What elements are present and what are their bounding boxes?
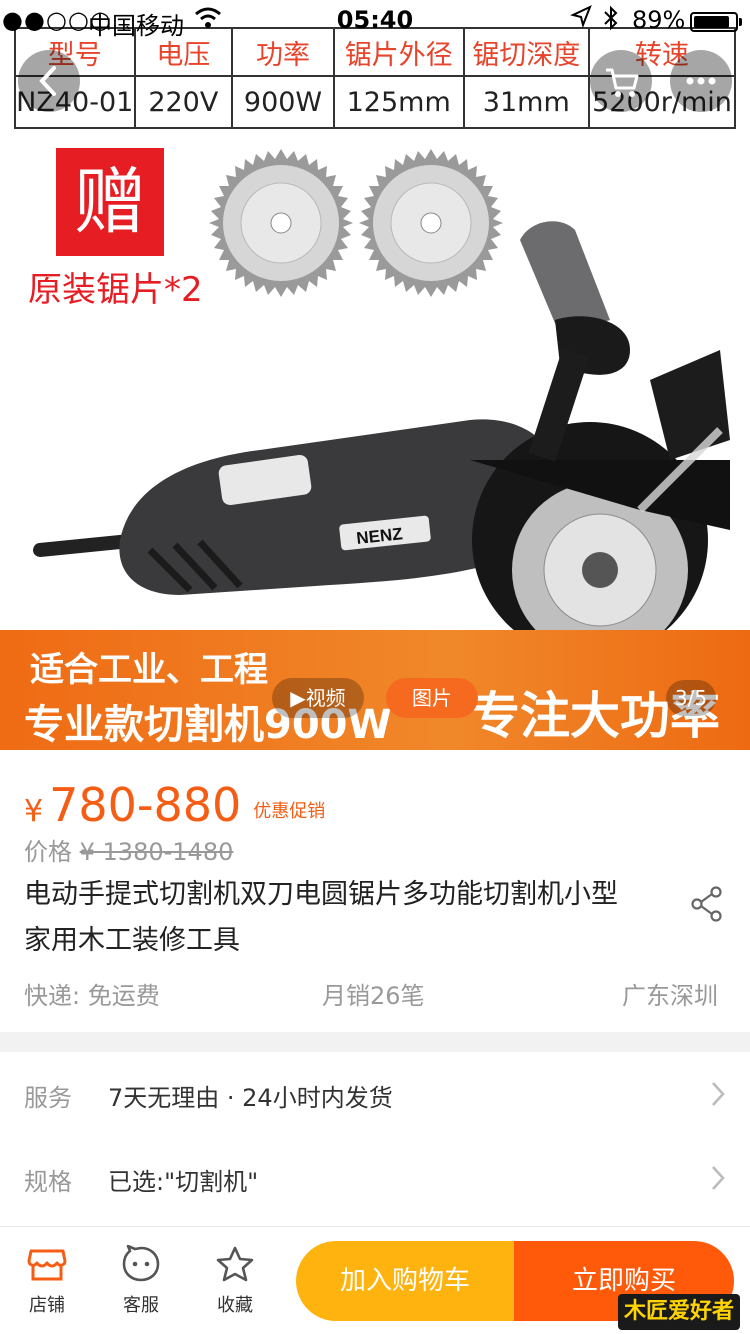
image-tab-label: 图片 <box>412 686 452 710</box>
product-title: 电动手提式切割机双刀电圆锯片多功能切割机小型家用木工装修工具 <box>24 879 618 956</box>
more-dots-icon <box>686 77 716 85</box>
cart-button[interactable] <box>590 50 652 112</box>
chevron-right-icon <box>712 1166 725 1190</box>
spec-value: 已选:"切割机" <box>108 1168 259 1196</box>
favorite-tab-label: 收藏 <box>217 1295 253 1316</box>
shop-tab-label: 店铺 <box>29 1295 65 1316</box>
product-info: ¥780-880 优惠促销 价格 ¥ 1380-1480 电动手提式切割机双刀电圆… <box>0 750 750 1032</box>
cart-icon <box>606 68 639 97</box>
spec-value-cut-depth: 31mm <box>462 75 591 129</box>
service-row[interactable]: 服务 7天无理由 · 24小时内发货 <box>0 1052 750 1136</box>
back-button[interactable] <box>18 50 80 112</box>
share-icon[interactable] <box>690 886 724 922</box>
video-tab[interactable]: ▶视频 <box>272 678 364 718</box>
image-counter: 3/5 <box>666 680 716 716</box>
favorite-tab[interactable]: 收藏 <box>200 1245 270 1317</box>
battery-percent: 89% <box>632 6 686 34</box>
promo-tag: 优惠促销 <box>253 801 326 822</box>
chevron-right-icon <box>712 1082 725 1106</box>
video-tab-label: 视频 <box>305 686 346 710</box>
battery-icon <box>690 12 742 32</box>
monthly-sales: 月销26笔 <box>322 982 425 1010</box>
battery-level <box>694 16 730 28</box>
customer-service-label: 客服 <box>123 1295 159 1316</box>
location-arrow-icon <box>570 5 592 29</box>
bluetooth-icon <box>604 5 618 31</box>
service-value: 7天无理由 · 24小时内发货 <box>108 1084 393 1112</box>
spec-value-voltage: 220V <box>133 75 234 129</box>
chevron-left-icon <box>39 66 56 96</box>
spec-value-blade-diameter: 125mm <box>332 75 465 129</box>
more-button[interactable] <box>670 50 732 112</box>
star-icon <box>216 1246 254 1282</box>
product-detail-page: 型号 电压 功率 锯片外径 锯切深度 转速 NZ40-01 220V 900W … <box>0 0 750 1334</box>
section-divider <box>0 1032 750 1052</box>
ship-from-location: 广东深圳 <box>622 982 718 1010</box>
spec-value-power: 900W <box>231 75 335 129</box>
cutting-machine-image: NENZ <box>33 221 730 630</box>
shop-icon <box>27 1249 67 1281</box>
service-label: 服务 <box>24 1084 72 1112</box>
add-to-cart-button[interactable]: 加入购物车 <box>296 1241 514 1321</box>
spec-label: 规格 <box>24 1168 72 1196</box>
price-row: ¥780-880 优惠促销 <box>24 778 325 832</box>
shop-tab[interactable]: 店铺 <box>12 1245 82 1317</box>
customer-service-icon <box>122 1245 160 1282</box>
watermark-logo: 木匠爱好者 <box>618 1294 741 1330</box>
product-image-carousel[interactable]: 型号 电压 功率 锯片外径 锯切深度 转速 NZ40-01 220V 900W … <box>0 0 750 750</box>
currency-symbol: ¥ <box>24 794 44 829</box>
shipping-info: 快递: 免运费 <box>24 982 160 1010</box>
price: 780-880 <box>49 778 242 832</box>
promo-banner: 适合工业、工程 专业款切割机900W 专注大功率 <box>0 630 750 750</box>
original-price-label: 价格 <box>24 838 72 866</box>
banner-line-1: 适合工业、工程 <box>30 650 268 690</box>
play-icon: ▶ <box>290 686 306 710</box>
spec-select-row[interactable]: 规格 已选:"切割机" <box>0 1136 750 1226</box>
original-price: 价格 ¥ 1380-1480 <box>24 832 233 867</box>
status-bar: ●●○○○ 中国移动 05:40 89% <box>0 0 750 40</box>
original-price-value: ¥ 1380-1480 <box>79 838 234 866</box>
image-tab[interactable]: 图片 <box>386 678 478 718</box>
customer-service-tab[interactable]: 客服 <box>106 1245 176 1317</box>
